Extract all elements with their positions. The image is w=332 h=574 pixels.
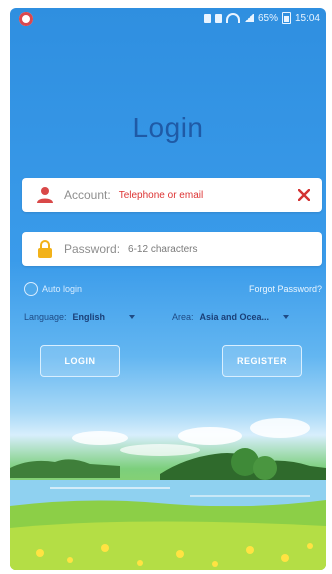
status-bar: 65% 15:04 [10,8,326,30]
account-field[interactable]: Account: Telephone or email [22,178,322,212]
radio-icon[interactable] [24,282,38,296]
locale-row: Language: English Area: Asia and Ocea... [22,312,322,328]
battery-percent: 65% [257,12,278,24]
language-select[interactable]: Language: English [24,312,136,322]
language-label: Language: [24,312,67,322]
account-label: Account: [64,188,111,202]
chevron-down-icon [129,315,136,319]
register-button[interactable]: REGISTER [222,345,302,377]
clear-account-button[interactable] [294,185,314,205]
area-select[interactable]: Area: Asia and Ocea... [172,312,290,322]
app-screen: 65% 15:04 Login Account: Telephone or em… [10,8,326,570]
page-title: Login [132,112,204,143]
signal-icon [243,14,254,22]
area-label: Area: [172,312,194,322]
landscape-background [10,418,326,570]
auto-login-label: Auto login [42,284,83,294]
wifi-icon [225,13,240,23]
chevron-down-icon [283,315,290,319]
lock-icon [38,240,52,258]
status-time: 15:04 [294,12,320,24]
language-value: English [72,312,106,322]
password-field[interactable]: Password: 6-12 characters [22,232,322,266]
sd-icon [214,13,222,23]
close-icon [298,189,310,201]
user-icon [37,187,53,203]
app-notification-icon [19,12,33,26]
password-input[interactable]: 6-12 characters [128,244,322,255]
status-icons: 65% 15:04 [203,12,320,24]
login-options: Auto login Forgot Password? [22,282,322,298]
area-value: Asia and Ocea... [199,312,270,322]
battery-icon [281,12,291,24]
login-button[interactable]: LOGIN [40,345,120,377]
sim-icon [203,13,211,23]
forgot-password-link[interactable]: Forgot Password? [249,284,322,294]
password-label: Password: [64,242,121,256]
auto-login-toggle[interactable]: Auto login [24,282,82,296]
account-input[interactable]: Telephone or email [119,190,294,201]
